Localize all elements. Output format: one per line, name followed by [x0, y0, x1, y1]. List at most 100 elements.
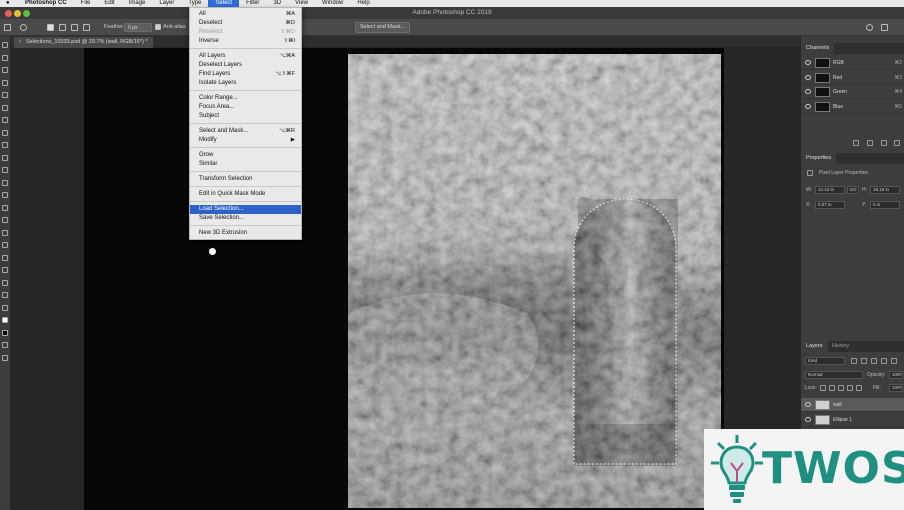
- subtract-selection-icon[interactable]: [71, 24, 78, 31]
- menu-item-deselect[interactable]: Deselect ⌘D: [190, 19, 301, 28]
- clone-stamp-tool-icon[interactable]: [2, 154, 8, 161]
- eraser-tool-icon[interactable]: [2, 179, 8, 186]
- tab-history[interactable]: History: [827, 341, 854, 352]
- channel-row[interactable]: Red ⌘3: [801, 71, 904, 85]
- menu-item-find-layers[interactable]: Find Layers ⌥⇧⌘F: [190, 70, 301, 79]
- menu-item-deselect-layers[interactable]: Deselect Layers: [190, 61, 301, 70]
- healing-brush-tool-icon[interactable]: [2, 129, 8, 136]
- menu-help[interactable]: Help: [350, 0, 376, 7]
- antialias-checkbox[interactable]: [155, 24, 161, 30]
- menu-edit[interactable]: Edit: [97, 0, 121, 7]
- quick-mask-icon[interactable]: [2, 342, 8, 348]
- crop-tool-icon[interactable]: [2, 92, 8, 98]
- dodge-tool-icon[interactable]: [2, 217, 8, 223]
- menu-item-similar[interactable]: Similar: [190, 160, 301, 169]
- intersect-selection-icon[interactable]: [83, 24, 90, 31]
- opacity-input[interactable]: 100%: [889, 371, 903, 379]
- history-brush-tool-icon[interactable]: [2, 167, 8, 173]
- visibility-eye-icon[interactable]: [805, 74, 811, 80]
- frame-tool-icon[interactable]: [2, 104, 8, 111]
- menu-item-subject[interactable]: Subject: [190, 112, 301, 121]
- filter-type-icon[interactable]: [871, 358, 877, 364]
- lasso-tool-icon[interactable]: [2, 67, 8, 73]
- menu-filter[interactable]: Filter: [239, 0, 266, 7]
- visibility-eye-icon[interactable]: [805, 417, 811, 422]
- hand-tool-icon[interactable]: [2, 279, 8, 286]
- menu-item-save-selection[interactable]: Save Selection...: [190, 214, 301, 223]
- height-input[interactable]: 18.18 in: [870, 186, 900, 194]
- menu-item-load-selection[interactable]: Load Selection...: [190, 205, 301, 214]
- menu-item-all-layers[interactable]: All Layers ⌥⌘A: [190, 52, 301, 61]
- blur-tool-icon[interactable]: [2, 204, 8, 211]
- brush-tool-icon[interactable]: [2, 142, 8, 148]
- eyedropper-tool-icon[interactable]: [2, 117, 8, 123]
- search-icon[interactable]: [866, 24, 873, 31]
- menu-item-transform-selection[interactable]: Transform Selection: [190, 175, 301, 184]
- apple-icon[interactable]: ●: [6, 0, 10, 7]
- document-tab[interactable]: × Selections_10333.psd @ 20.7% (wall, RG…: [14, 37, 154, 48]
- menu-item-select-and-mask[interactable]: Select and Mask... ⌥⌘R: [190, 127, 301, 136]
- menu-item-all[interactable]: All ⌘A: [190, 10, 301, 19]
- filter-adjustment-icon[interactable]: [861, 358, 867, 364]
- link-dimensions-button[interactable]: GO: [847, 186, 859, 194]
- channel-row[interactable]: Blue ⌘5: [801, 100, 904, 114]
- gradient-tool-icon[interactable]: [2, 192, 8, 198]
- add-to-selection-icon[interactable]: [59, 24, 66, 31]
- pen-tool-icon[interactable]: [2, 229, 8, 236]
- filter-smart-object-icon[interactable]: [891, 358, 897, 364]
- menu-item-isolate-layers[interactable]: Isolate Layers: [190, 79, 301, 88]
- quick-select-tool-icon[interactable]: [2, 79, 8, 86]
- width-input[interactable]: 12.43 in: [815, 186, 845, 194]
- menu-type[interactable]: Type: [181, 0, 208, 7]
- menu-file[interactable]: File: [74, 0, 98, 7]
- tab-channels[interactable]: Channels: [801, 43, 835, 54]
- screen-mode-icon[interactable]: [2, 354, 8, 361]
- background-color-icon[interactable]: [2, 329, 8, 336]
- layer-row[interactable]: Ellipse 1: [801, 413, 904, 427]
- tab-layers[interactable]: Layers: [801, 341, 828, 352]
- menu-item-edit-in-quick-mask-mode[interactable]: Edit in Quick Mask Mode: [190, 190, 301, 199]
- visibility-eye-icon[interactable]: [805, 402, 811, 407]
- move-tool-icon[interactable]: [2, 42, 8, 48]
- lasso-tool-icon[interactable]: [20, 24, 27, 31]
- select-and-mask-button[interactable]: Select and Mask...: [355, 22, 410, 33]
- menu-item-new-3d-extrusion[interactable]: New 3D Extrusion: [190, 229, 301, 238]
- menu-view[interactable]: View: [288, 0, 315, 7]
- menu-item-grow[interactable]: Grow: [190, 151, 301, 160]
- type-tool-icon[interactable]: [2, 242, 8, 248]
- document-canvas-image[interactable]: [348, 54, 721, 508]
- visibility-eye-icon[interactable]: [805, 60, 811, 65]
- menu-window[interactable]: Window: [315, 0, 350, 7]
- lock-artboard-icon[interactable]: [847, 385, 853, 391]
- filter-shape-icon[interactable]: [881, 358, 887, 364]
- menu-image[interactable]: Image: [122, 0, 153, 7]
- layer-row[interactable]: wall: [801, 398, 904, 412]
- channel-row[interactable]: Green ⌘4: [801, 85, 904, 99]
- foreground-color-icon[interactable]: [2, 317, 8, 323]
- more-tools-icon[interactable]: [2, 304, 8, 311]
- new-selection-icon[interactable]: [47, 24, 54, 31]
- lock-position-icon[interactable]: [838, 385, 844, 391]
- lock-transparent-icon[interactable]: [820, 385, 826, 391]
- feather-input[interactable]: 0 px: [124, 23, 152, 32]
- channel-selection-icon[interactable]: [853, 140, 859, 146]
- workspace-icon[interactable]: [881, 24, 888, 31]
- home-icon[interactable]: [4, 24, 11, 31]
- menu-item-reselect[interactable]: Reselect ⇧⌘D: [190, 28, 301, 37]
- menu-select[interactable]: Select: [208, 0, 240, 7]
- close-tab-icon[interactable]: ×: [18, 37, 22, 48]
- path-select-tool-icon[interactable]: [2, 254, 8, 261]
- menu-3d[interactable]: 3D: [266, 0, 288, 7]
- visibility-eye-icon[interactable]: [805, 89, 811, 94]
- delete-channel-icon[interactable]: [894, 140, 900, 146]
- lock-all-icon[interactable]: [856, 385, 862, 391]
- fill-input[interactable]: 100%: [889, 384, 903, 392]
- y-input[interactable]: 0 in: [870, 201, 900, 209]
- visibility-eye-icon[interactable]: [805, 103, 811, 109]
- menu-app-name[interactable]: Photoshop CC: [18, 0, 74, 7]
- rectangle-tool-icon[interactable]: [2, 267, 8, 273]
- layer-filter-kind-select[interactable]: Kind: [805, 357, 845, 365]
- marquee-tool-icon[interactable]: [2, 54, 8, 61]
- menu-item-focus-area[interactable]: Focus Area...: [190, 103, 301, 112]
- channel-row[interactable]: RGB ⌘2: [801, 56, 904, 70]
